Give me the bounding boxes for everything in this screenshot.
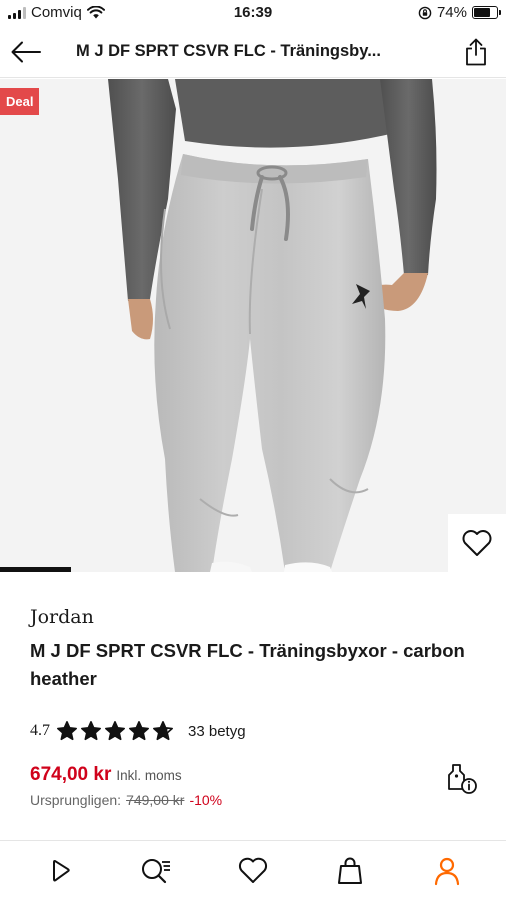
star-icon: [105, 721, 125, 741]
search-list-icon: [141, 858, 170, 883]
bottom-navigation: [0, 840, 506, 900]
bag-icon: [338, 857, 363, 884]
product-photo: [0, 79, 506, 572]
wishlist-button[interactable]: [448, 514, 506, 572]
orientation-lock-icon: [418, 6, 432, 19]
price-info-button[interactable]: [444, 760, 480, 796]
play-icon: [52, 859, 70, 881]
status-bar: Comviq 16:39 74%: [0, 0, 506, 26]
share-button[interactable]: [462, 36, 490, 68]
rating-summary[interactable]: 4.7 33 betyg: [30, 720, 246, 742]
battery-icon: [472, 6, 501, 19]
status-left: Comviq: [8, 4, 105, 21]
nav-discover[interactable]: [34, 846, 84, 896]
discount-percent: -10%: [189, 792, 223, 808]
original-price-row: Ursprungligen: 749,00 kr -10%: [30, 792, 222, 808]
nav-search[interactable]: [131, 846, 181, 896]
star-icon: [129, 721, 149, 741]
battery-percent: 74%: [436, 4, 467, 21]
original-price: 749,00 kr: [126, 792, 185, 808]
status-right: 74%: [418, 4, 501, 21]
rating-value: 4.7: [30, 722, 50, 739]
current-price: 674,00 kr: [30, 764, 112, 785]
page-title: M J DF SPRT CSVR FLC - Träningsby...: [76, 42, 381, 60]
carrier-label: Comviq: [31, 4, 82, 21]
nav-wishlist[interactable]: [228, 846, 278, 896]
top-navigation-bar: M J DF SPRT CSVR FLC - Träningsby...: [0, 26, 506, 78]
signal-icon: [8, 6, 26, 19]
star-icon: [153, 721, 173, 741]
price-tag-info-icon: [448, 764, 477, 794]
product-title: M J DF SPRT CSVR FLC - Träningsbyxor - c…: [30, 640, 465, 689]
heart-icon: [238, 857, 267, 883]
star-icon: [81, 721, 101, 741]
product-image-gallery[interactable]: Deal: [0, 79, 506, 572]
rating-stars: [56, 720, 174, 742]
original-price-label: Ursprungligen:: [30, 792, 122, 808]
rating-count: 33 betyg: [188, 722, 246, 740]
arrow-left-icon: [11, 41, 41, 63]
heart-outline-icon: [462, 530, 492, 556]
share-icon: [466, 38, 486, 66]
nav-bag[interactable]: [325, 846, 375, 896]
vat-note: Inkl. moms: [116, 768, 182, 783]
user-icon: [435, 857, 460, 885]
brand-name[interactable]: Jordan: [30, 606, 94, 628]
wifi-icon: [86, 6, 105, 19]
nav-profile[interactable]: [422, 846, 472, 896]
deal-badge: Deal: [0, 88, 40, 115]
price-row: 674,00 kr Inkl. moms: [30, 764, 182, 786]
star-icon: [57, 721, 77, 741]
gallery-progress-bar: [0, 567, 506, 572]
back-button[interactable]: [8, 36, 44, 68]
